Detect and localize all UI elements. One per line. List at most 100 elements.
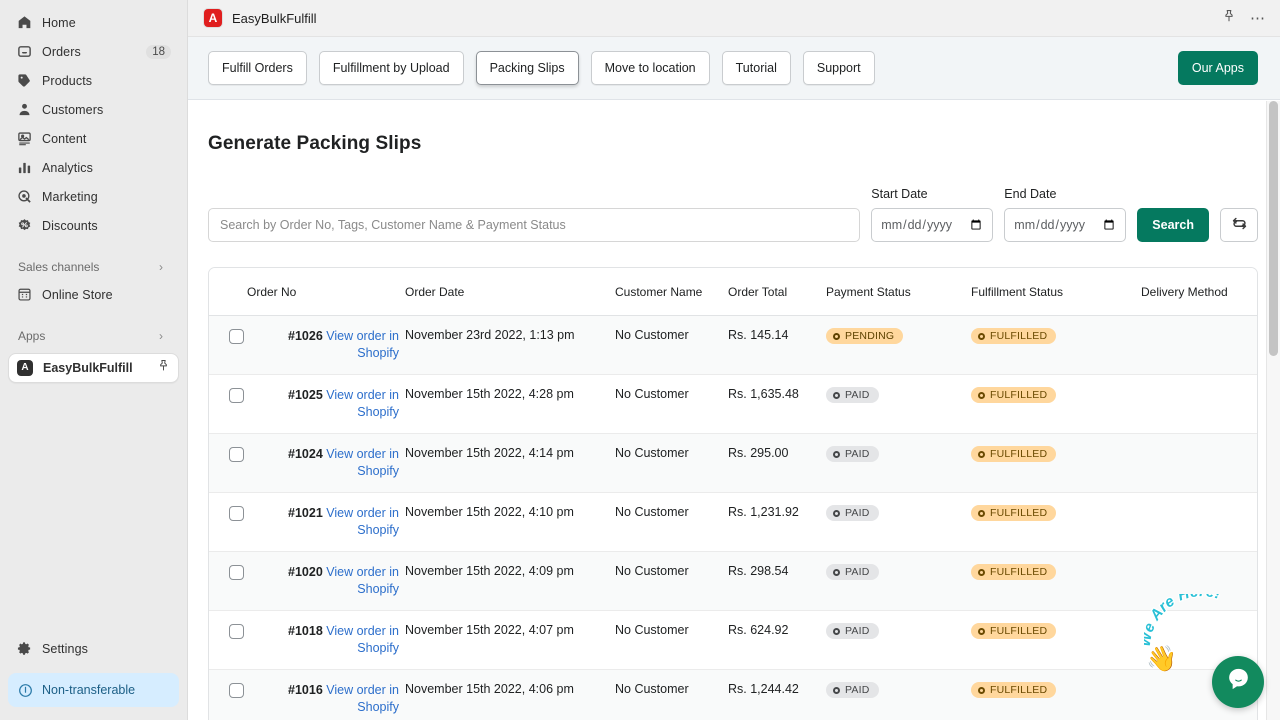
view-order-in-shopify-link[interactable]: View order in Shopify — [326, 565, 399, 596]
status-dot-icon — [978, 628, 985, 635]
sidebar-item-home[interactable]: Home — [8, 8, 179, 37]
status-dot-icon — [833, 628, 840, 635]
pin-icon[interactable] — [157, 359, 170, 377]
row-select-cell — [209, 611, 247, 670]
row-checkbox[interactable] — [229, 329, 244, 344]
search-button[interactable]: Search — [1137, 208, 1209, 242]
view-order-in-shopify-link[interactable]: View order in Shopify — [326, 329, 399, 360]
row-checkbox[interactable] — [229, 565, 244, 580]
status-dot-icon — [833, 333, 840, 340]
tab-fulfillment-by-upload[interactable]: Fulfillment by Upload — [319, 51, 464, 85]
table-row[interactable]: #1018 View order in ShopifyNovember 15th… — [209, 611, 1257, 670]
table-row[interactable]: #1026 View order in ShopifyNovember 23rd… — [209, 316, 1257, 375]
sidebar-label: Products — [42, 74, 92, 88]
row-checkbox[interactable] — [229, 447, 244, 462]
order-no: #1016 — [288, 683, 323, 697]
sales-channels-header[interactable]: Sales channels › — [8, 254, 179, 280]
fulfillment-status-cell: FULFILLED — [971, 316, 1141, 375]
payment-status-cell: PENDING — [826, 316, 971, 375]
sidebar-label: Online Store — [42, 288, 113, 302]
row-checkbox[interactable] — [229, 624, 244, 639]
chat-bubble-button[interactable] — [1212, 656, 1264, 708]
apps-header[interactable]: Apps › — [8, 323, 179, 349]
apps-label: Apps — [18, 329, 45, 343]
tab-support[interactable]: Support — [803, 51, 875, 85]
order-no-cell: #1025 View order in Shopify — [247, 375, 405, 434]
start-date-input[interactable] — [871, 208, 993, 242]
payment-status-label: PENDING — [845, 330, 894, 342]
column-customer-name: Customer Name — [615, 268, 728, 316]
row-select-cell — [209, 493, 247, 552]
status-dot-icon — [833, 687, 840, 694]
sidebar-item-marketing[interactable]: Marketing — [8, 182, 179, 211]
fulfillment-status-badge: FULFILLED — [971, 446, 1056, 462]
row-checkbox[interactable] — [229, 506, 244, 521]
status-dot-icon — [833, 569, 840, 576]
fulfillment-status-badge: FULFILLED — [971, 328, 1056, 344]
search-input[interactable] — [208, 208, 860, 242]
app-brand: A EasyBulkFulfill — [204, 9, 317, 27]
payment-status-cell: PAID — [826, 670, 971, 720]
sidebar-nav: Home Orders 18 Products Customers — [0, 0, 187, 349]
fulfillment-status-cell: FULFILLED — [971, 375, 1141, 434]
table-row[interactable]: #1020 View order in ShopifyNovember 15th… — [209, 552, 1257, 611]
row-checkbox[interactable] — [229, 388, 244, 403]
refresh-icon — [1231, 215, 1248, 235]
order-date-cell: November 15th 2022, 4:06 pm — [405, 670, 615, 720]
view-order-in-shopify-link[interactable]: View order in Shopify — [326, 624, 399, 655]
page-content: Generate Packing Slips Start Date End Da… — [188, 100, 1280, 720]
sidebar-item-easybulkfulfill[interactable]: A EasyBulkFulfill — [8, 353, 179, 383]
sidebar-item-discounts[interactable]: Discounts — [8, 211, 179, 240]
sidebar-item-analytics[interactable]: Analytics — [8, 153, 179, 182]
sidebar-item-customers[interactable]: Customers — [8, 95, 179, 124]
table-row[interactable]: #1025 View order in ShopifyNovember 15th… — [209, 375, 1257, 434]
tab-tutorial[interactable]: Tutorial — [722, 51, 791, 85]
table-row[interactable]: #1024 View order in ShopifyNovember 15th… — [209, 434, 1257, 493]
order-total-cell: Rs. 298.54 — [728, 552, 826, 611]
vertical-scrollbar[interactable] — [1266, 101, 1280, 720]
view-order-in-shopify-link[interactable]: View order in Shopify — [326, 506, 399, 537]
view-order-in-shopify-link[interactable]: View order in Shopify — [326, 447, 399, 478]
non-transferable-banner: Non-transferable — [8, 673, 179, 707]
order-no: #1026 — [288, 329, 323, 343]
order-date-cell: November 15th 2022, 4:10 pm — [405, 493, 615, 552]
order-no-cell: #1020 View order in Shopify — [247, 552, 405, 611]
analytics-icon — [16, 160, 32, 176]
sidebar-item-content[interactable]: Content — [8, 124, 179, 153]
fulfillment-status-cell: FULFILLED — [971, 434, 1141, 493]
sidebar-label: Home — [42, 16, 76, 30]
filters-bar: Start Date End Date Search — [208, 187, 1258, 242]
tab-move-to-location[interactable]: Move to location — [591, 51, 710, 85]
orders-table-head: Order No Order Date Customer Name Order … — [209, 268, 1257, 316]
table-row[interactable]: #1021 View order in ShopifyNovember 15th… — [209, 493, 1257, 552]
orders-icon — [16, 44, 32, 60]
row-checkbox[interactable] — [229, 683, 244, 698]
sidebar-item-orders[interactable]: Orders 18 — [8, 37, 179, 66]
payment-status-badge: PAID — [826, 446, 879, 462]
sidebar-label: Analytics — [42, 161, 93, 175]
pin-icon[interactable] — [1222, 9, 1236, 28]
tab-packing-slips[interactable]: Packing Slips — [476, 51, 579, 85]
sidebar-item-settings[interactable]: Settings — [8, 634, 179, 663]
sidebar-label: Discounts — [42, 219, 98, 233]
scrollbar-thumb[interactable] — [1269, 101, 1278, 356]
status-dot-icon — [833, 510, 840, 517]
our-apps-button[interactable]: Our Apps — [1178, 51, 1258, 85]
end-date-input[interactable] — [1004, 208, 1126, 242]
tab-fulfill-orders[interactable]: Fulfill Orders — [208, 51, 307, 85]
column-order-no: Order No — [247, 268, 405, 316]
chat-bubble-icon — [1225, 666, 1252, 698]
online-store-icon — [16, 287, 32, 303]
sidebar-item-online-store[interactable]: Online Store — [8, 280, 179, 309]
refresh-button[interactable] — [1220, 208, 1258, 242]
table-row[interactable]: #1016 View order in ShopifyNovember 15th… — [209, 670, 1257, 720]
order-no-cell: #1024 View order in Shopify — [247, 434, 405, 493]
more-dots-icon[interactable]: ⋯ — [1250, 11, 1266, 26]
sidebar-item-products[interactable]: Products — [8, 66, 179, 95]
fulfillment-status-cell: FULFILLED — [971, 493, 1141, 552]
payment-status-badge: PAID — [826, 387, 879, 403]
view-order-in-shopify-link[interactable]: View order in Shopify — [326, 388, 399, 419]
marketing-icon — [16, 189, 32, 205]
status-dot-icon — [978, 392, 985, 399]
view-order-in-shopify-link[interactable]: View order in Shopify — [326, 683, 399, 714]
